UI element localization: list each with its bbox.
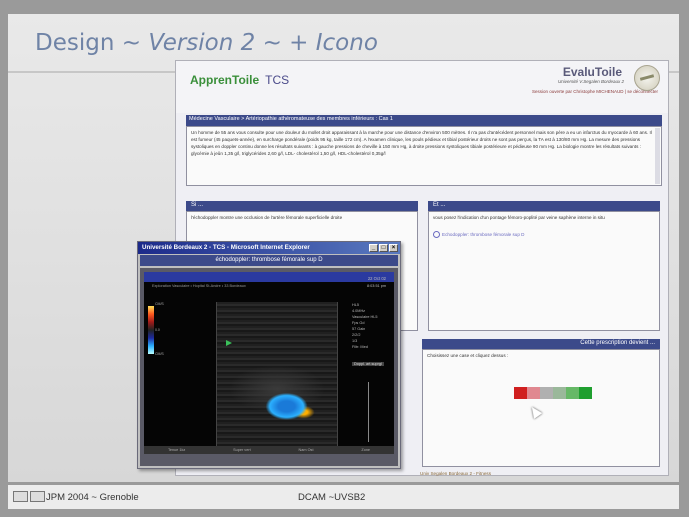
ultrasound-image: 22 Oct 02 Exploration Vasculaire • Hopit… — [144, 272, 394, 454]
pen-tool-icon[interactable] — [30, 491, 45, 502]
case-title: Médecine Vasculaire > Artériopathie athé… — [186, 115, 662, 126]
us-bottom-label-1: Super vert — [233, 448, 251, 452]
si-text: l'échodoppler montre une occlusion de l'… — [191, 215, 343, 220]
minimize-button[interactable]: _ — [369, 244, 378, 252]
case-description: Un homme de 55 ans vous consulte pour un… — [186, 126, 662, 186]
footer-event: JPM 2004 ~ Grenoble — [46, 492, 139, 503]
seal-icon — [634, 65, 660, 91]
case-text: Un homme de 55 ans vous consulte pour un… — [191, 130, 652, 156]
logo-apprentoile-text: ApprenToile — [190, 73, 260, 87]
evalutoile-logo[interactable]: EvaluToile — [563, 65, 622, 79]
ultrasound-bottom-bar: Tenue 1kz Super vert Nam Ost Zone — [144, 446, 394, 454]
logo-tcs-text: TCS — [265, 73, 290, 87]
university-label: Université V.Segalen Bordeaux 2 — [558, 79, 624, 84]
likert-option-4[interactable] — [553, 387, 566, 399]
presentation-footer: JPM 2004 ~ Grenoble DCAM ~UVSB2 — [8, 485, 679, 509]
likert-option-6[interactable] — [579, 387, 592, 399]
doppler-scan — [216, 302, 338, 447]
image-popup-window: Université Bordeaux 2 - TCS - Microsoft … — [137, 241, 401, 469]
slide-nav-icon[interactable] — [13, 491, 28, 502]
slide-title-main: Design ~ — [35, 30, 149, 56]
et-panel-header: Et ... — [428, 201, 660, 211]
scale-label-bottom: CM/S — [155, 352, 164, 356]
ultrasound-trace — [368, 382, 369, 442]
window-controls: _ □ × — [369, 244, 398, 252]
popup-content: 22 Oct 02 Exploration Vasculaire • Hopit… — [140, 268, 398, 466]
slide-title: Design ~ Version 2 ~ + Icono — [35, 30, 378, 56]
probe-marker-icon — [226, 340, 232, 346]
param-8: Filtr: Med — [352, 345, 368, 349]
likert-option-3[interactable] — [540, 387, 553, 399]
doppler-mode-button[interactable]: Doppl. art.suprgl — [352, 362, 384, 366]
ultrasound-date: 22 Oct 02 — [367, 276, 386, 281]
ultrasound-header: Exploration Vasculaire • Hopital St-Andr… — [152, 284, 246, 288]
ultrasound-time: 8:03:51 pm — [367, 284, 386, 288]
session-info-link[interactable]: Session ouverte par Christophe MICHENAUD… — [532, 89, 658, 94]
mouse-cursor-icon — [527, 404, 543, 419]
echodoppler-link[interactable]: Echodoppler: thrombose fémorale sup D — [442, 232, 524, 237]
apprentoile-logo[interactable]: ApprenToile TCS — [190, 73, 289, 87]
likert-option-2[interactable] — [527, 387, 540, 399]
echodoppler-link-row[interactable]: Echodoppler: thrombose fémorale sup D — [433, 231, 655, 239]
magnifier-icon — [433, 231, 440, 239]
close-button[interactable]: × — [389, 244, 398, 252]
popup-title: Université Bordeaux 2 - TCS - Microsoft … — [142, 244, 310, 251]
prescription-instruction: Choisissez une case et cliquez dessus : — [427, 353, 509, 358]
us-bottom-label-3: Zone — [361, 448, 371, 452]
et-panel: vous posez l'indication d'un pontage fém… — [428, 211, 660, 331]
prescription-panel: Choisissez une case et cliquez dessus : — [422, 349, 660, 467]
us-bottom-label-0: Tenue 1kz — [167, 448, 186, 452]
scale-label-mid: 0.0 — [155, 328, 160, 332]
app-footer: Univ Segalen Bordeaux 2 - Fitness — [420, 471, 491, 476]
likert-option-5[interactable] — [566, 387, 579, 399]
likert-scale — [514, 387, 592, 399]
popup-subtitle: échodoppler: thrombose fémorale sup D — [140, 255, 398, 266]
slide-title-italic: Version 2 ~ + Icono — [148, 30, 378, 56]
likert-option-1[interactable] — [514, 387, 527, 399]
scale-label-top: CM/S — [155, 302, 164, 306]
maximize-button[interactable]: □ — [379, 244, 388, 252]
color-scale-bar — [148, 306, 154, 354]
prescription-header: Cette prescription devient ... — [422, 339, 660, 349]
ultrasound-topbar — [144, 272, 394, 282]
us-bottom-label-2: Nam Ost — [298, 448, 314, 452]
si-panel-header: Si ... — [186, 201, 418, 211]
et-text: vous posez l'indication d'un pontage fém… — [433, 215, 605, 220]
app-header: ApprenToile TCS EvaluToile Université V.S… — [176, 61, 668, 113]
footer-center: DCAM ~UVSB2 — [298, 492, 366, 503]
popup-titlebar[interactable]: Université Bordeaux 2 - TCS - Microsoft … — [138, 242, 400, 254]
scan-parameters: HL5 4.0MHz Vasculaire HL5 Fps Gd 57 Gain… — [352, 302, 377, 350]
case-scrollbar[interactable] — [655, 128, 660, 184]
